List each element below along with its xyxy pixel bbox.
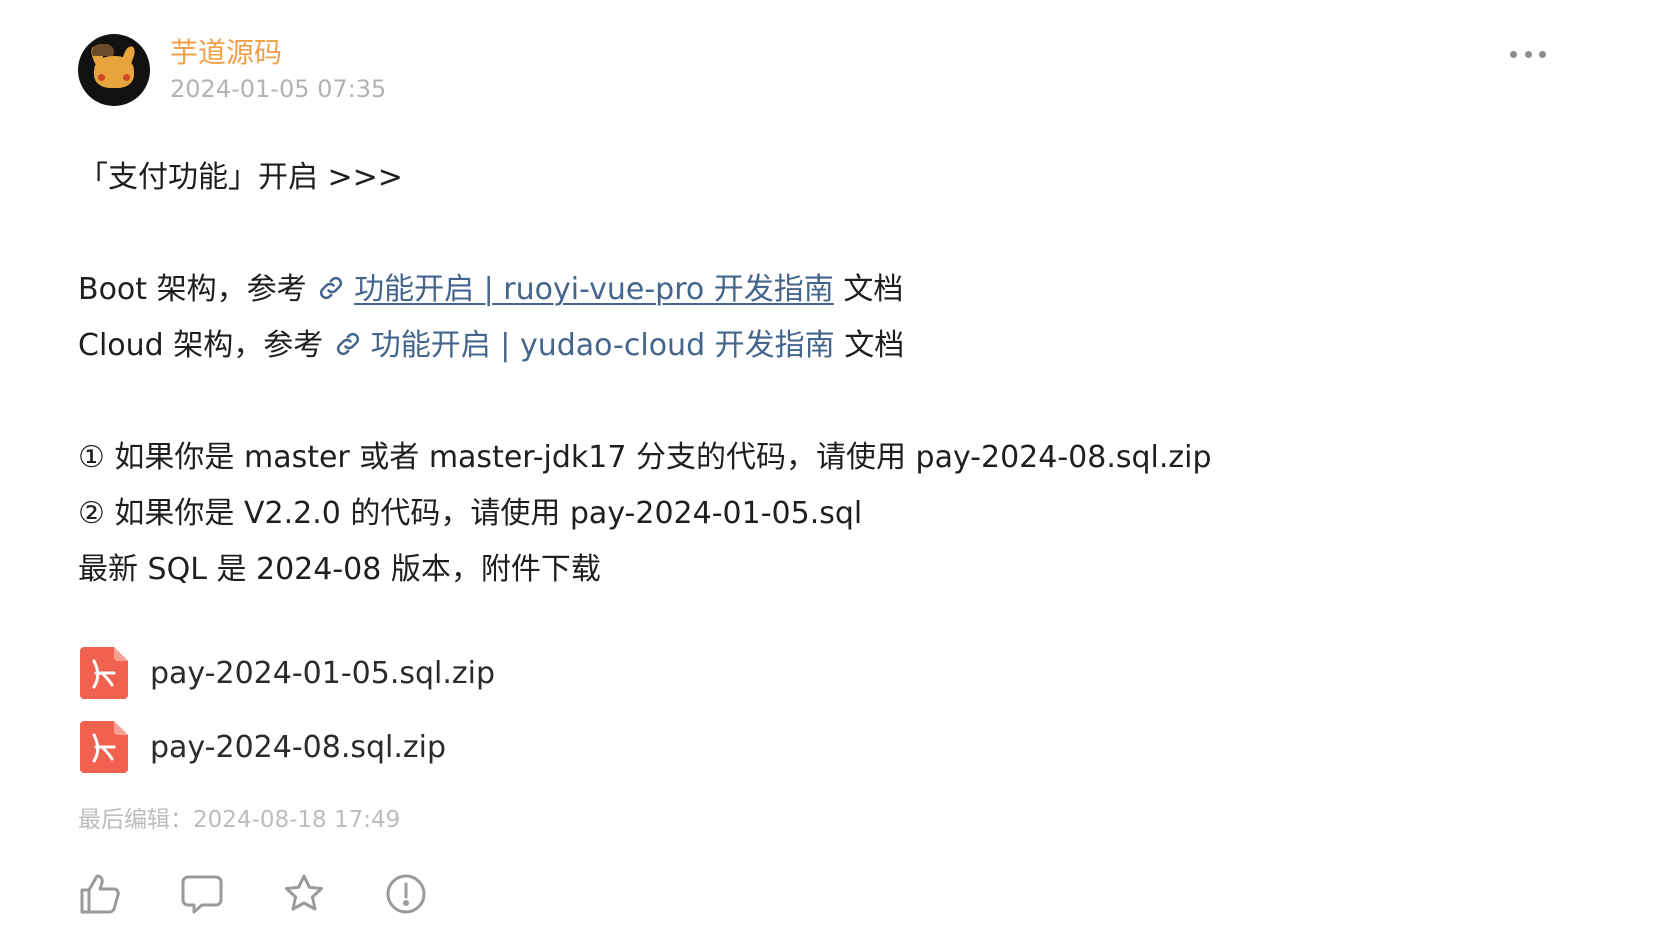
pdf-icon (80, 721, 128, 773)
more-icon[interactable] (1510, 42, 1546, 66)
post-header: 芋道源码 2024-01-05 07:35 (78, 34, 386, 106)
note-master: ① 如果你是 master 或者 master-jdk17 分支的代码，请使用 … (78, 440, 1212, 475)
attachment-name: pay-2024-08.sql.zip (150, 729, 447, 765)
link-icon (336, 332, 359, 356)
attachment-item[interactable]: pay-2024-08.sql.zip (80, 710, 495, 784)
avatar[interactable] (78, 34, 150, 106)
attachment-name: pay-2024-01-05.sql.zip (150, 655, 496, 691)
boot-link-text: 功能开启 | ruoyi-vue-pro 开发指南 (354, 272, 834, 307)
like-icon[interactable] (78, 872, 122, 916)
boot-doc-link[interactable]: 功能开启 | ruoyi-vue-pro 开发指南 (316, 272, 834, 307)
post-time: 2024-01-05 07:35 (170, 75, 387, 103)
pdf-icon (80, 647, 128, 699)
cloud-line: Cloud 架构，参考 功能开启 | yudao-cloud 开发指南 文档 (78, 318, 1478, 374)
last-edited: 最后编辑：2024-08-18 17:49 (78, 807, 401, 833)
attachment-item[interactable]: pay-2024-01-05.sql.zip (80, 636, 495, 710)
attachment-list: pay-2024-01-05.sql.zip pay-2024-08.sql.z… (80, 636, 495, 784)
post-heading: 「支付功能」开启 >>> (78, 160, 403, 195)
boot-prefix: Boot 架构，参考 (78, 272, 317, 307)
post-meta: 芋道源码 2024-01-05 07:35 (170, 35, 386, 105)
star-icon[interactable] (282, 872, 326, 916)
action-bar (78, 872, 486, 916)
comment-icon[interactable] (180, 872, 224, 916)
author-name[interactable]: 芋道源码 (170, 35, 386, 71)
cloud-prefix: Cloud 架构，参考 (78, 328, 333, 363)
boot-line: Boot 架构，参考 功能开启 | ruoyi-vue-pro 开发指南 文档 (78, 262, 1478, 318)
report-icon[interactable] (384, 872, 428, 916)
link-icon (320, 276, 343, 300)
cloud-suffix: 文档 (834, 328, 905, 363)
cloud-link-text: 功能开启 | yudao-cloud 开发指南 (370, 328, 835, 363)
boot-suffix: 文档 (833, 272, 904, 307)
note-v220: ② 如果你是 V2.2.0 的代码，请使用 pay-2024-01-05.sql (78, 496, 863, 531)
cloud-doc-link[interactable]: 功能开启 | yudao-cloud 开发指南 (333, 328, 835, 363)
post-content: 「支付功能」开启 >>> Boot 架构，参考 功能开启 | ruoyi-vue… (78, 150, 1478, 598)
note-latest: 最新 SQL 是 2024-08 版本，附件下载 (78, 552, 601, 587)
